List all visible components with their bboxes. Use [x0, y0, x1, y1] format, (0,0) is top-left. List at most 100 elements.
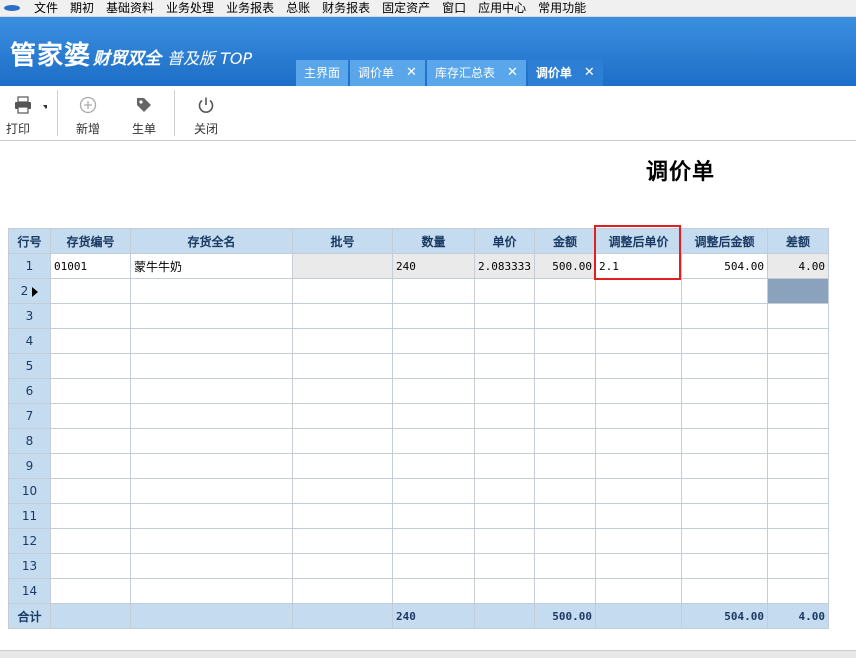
table-row[interactable]: 7: [8, 403, 829, 429]
cell-unit-price[interactable]: [474, 578, 535, 604]
cell-unit-price[interactable]: [474, 503, 535, 529]
table-row[interactable]: 12: [8, 528, 829, 554]
cell-new-amount[interactable]: [681, 528, 768, 554]
close-icon[interactable]: ✕: [406, 60, 417, 86]
cell-batch-no[interactable]: [292, 378, 393, 404]
table-row[interactable]: 2: [8, 278, 829, 304]
header-item-name[interactable]: 存货全名: [130, 228, 293, 254]
cell-difference[interactable]: [767, 378, 829, 404]
cell-item-code[interactable]: [50, 403, 131, 429]
menu-general-ledger[interactable]: 总账: [280, 0, 316, 16]
cell-batch-no[interactable]: [292, 353, 393, 379]
table-row[interactable]: 1 01001 蒙牛牛奶 240 2.083333 500.00 2.1 504…: [8, 253, 829, 279]
cell-item-name[interactable]: [130, 303, 293, 329]
cell-unit-price[interactable]: [474, 328, 535, 354]
cell-amount[interactable]: 500.00: [534, 253, 596, 279]
cell-quantity[interactable]: [392, 553, 475, 579]
cell-new-amount[interactable]: [681, 403, 768, 429]
cell-amount[interactable]: [534, 328, 596, 354]
menu-fixed-assets[interactable]: 固定资产: [376, 0, 436, 16]
menu-business[interactable]: 业务处理: [160, 0, 220, 16]
cell-new-amount[interactable]: [681, 378, 768, 404]
cell-item-name[interactable]: [130, 528, 293, 554]
cell-amount[interactable]: [534, 553, 596, 579]
cell-new-unit-price[interactable]: [595, 478, 682, 504]
cell-new-unit-price[interactable]: 2.1: [595, 253, 682, 279]
cell-batch-no[interactable]: [292, 528, 393, 554]
cell-new-amount[interactable]: [681, 578, 768, 604]
cell-item-name[interactable]: [130, 553, 293, 579]
cell-item-name[interactable]: [130, 403, 293, 429]
cell-difference[interactable]: [767, 428, 829, 454]
cell-unit-price[interactable]: [474, 528, 535, 554]
cell-amount[interactable]: [534, 528, 596, 554]
cell-difference[interactable]: [767, 478, 829, 504]
cell-item-code[interactable]: [50, 528, 131, 554]
cell-batch-no[interactable]: [292, 403, 393, 429]
cell-item-name[interactable]: [130, 328, 293, 354]
cell-difference[interactable]: [767, 403, 829, 429]
cell-difference[interactable]: [767, 503, 829, 529]
cell-quantity[interactable]: 240: [392, 253, 475, 279]
cell-difference[interactable]: [767, 303, 829, 329]
cell-amount[interactable]: [534, 428, 596, 454]
cell-new-unit-price[interactable]: [595, 278, 682, 304]
cell-unit-price[interactable]: [474, 403, 535, 429]
cell-new-amount[interactable]: 504.00: [681, 253, 768, 279]
header-batch-no[interactable]: 批号: [292, 228, 393, 254]
cell-unit-price[interactable]: [474, 453, 535, 479]
cell-difference[interactable]: [767, 528, 829, 554]
menu-window[interactable]: 窗口: [436, 0, 472, 16]
cell-item-name[interactable]: [130, 278, 293, 304]
header-difference[interactable]: 差额: [767, 228, 829, 254]
cell-item-code[interactable]: [50, 328, 131, 354]
cell-difference[interactable]: [767, 578, 829, 604]
tab-price-adjust-1[interactable]: 调价单 ✕: [350, 60, 425, 86]
cell-item-name[interactable]: 蒙牛牛奶: [130, 253, 293, 279]
cell-quantity[interactable]: [392, 528, 475, 554]
cell-quantity[interactable]: [392, 278, 475, 304]
cell-new-unit-price[interactable]: [595, 353, 682, 379]
cell-difference[interactable]: [767, 328, 829, 354]
cell-unit-price[interactable]: [474, 428, 535, 454]
cell-amount[interactable]: [534, 478, 596, 504]
header-amount[interactable]: 金额: [534, 228, 596, 254]
menu-file[interactable]: 文件: [28, 0, 64, 16]
cell-amount[interactable]: [534, 453, 596, 479]
cell-item-name[interactable]: [130, 478, 293, 504]
cell-difference[interactable]: [767, 278, 829, 304]
cell-quantity[interactable]: [392, 503, 475, 529]
cell-quantity[interactable]: [392, 478, 475, 504]
cell-amount[interactable]: [534, 303, 596, 329]
cell-item-name[interactable]: [130, 378, 293, 404]
cell-amount[interactable]: [534, 503, 596, 529]
cell-batch-no[interactable]: [292, 553, 393, 579]
add-button[interactable]: 新增: [68, 94, 108, 137]
cell-quantity[interactable]: [392, 303, 475, 329]
close-icon[interactable]: ✕: [584, 60, 595, 86]
cell-new-amount[interactable]: [681, 428, 768, 454]
cell-item-code[interactable]: [50, 503, 131, 529]
cell-unit-price[interactable]: [474, 278, 535, 304]
cell-unit-price[interactable]: [474, 553, 535, 579]
cell-batch-no[interactable]: [292, 578, 393, 604]
close-icon[interactable]: ✕: [507, 60, 518, 86]
cell-new-unit-price[interactable]: [595, 453, 682, 479]
cell-new-amount[interactable]: [681, 328, 768, 354]
cell-batch-no[interactable]: [292, 328, 393, 354]
cell-quantity[interactable]: [392, 578, 475, 604]
table-row[interactable]: 13: [8, 553, 829, 579]
cell-quantity[interactable]: [392, 328, 475, 354]
header-item-code[interactable]: 存货编号: [50, 228, 131, 254]
menu-business-reports[interactable]: 业务报表: [220, 0, 280, 16]
cell-item-name[interactable]: [130, 428, 293, 454]
cell-amount[interactable]: [534, 378, 596, 404]
table-row[interactable]: 11: [8, 503, 829, 529]
cell-item-code[interactable]: [50, 578, 131, 604]
header-unit-price[interactable]: 单价: [474, 228, 535, 254]
cell-new-amount[interactable]: [681, 553, 768, 579]
cell-item-name[interactable]: [130, 353, 293, 379]
cell-item-code[interactable]: [50, 428, 131, 454]
table-row[interactable]: 5: [8, 353, 829, 379]
cell-new-unit-price[interactable]: [595, 528, 682, 554]
